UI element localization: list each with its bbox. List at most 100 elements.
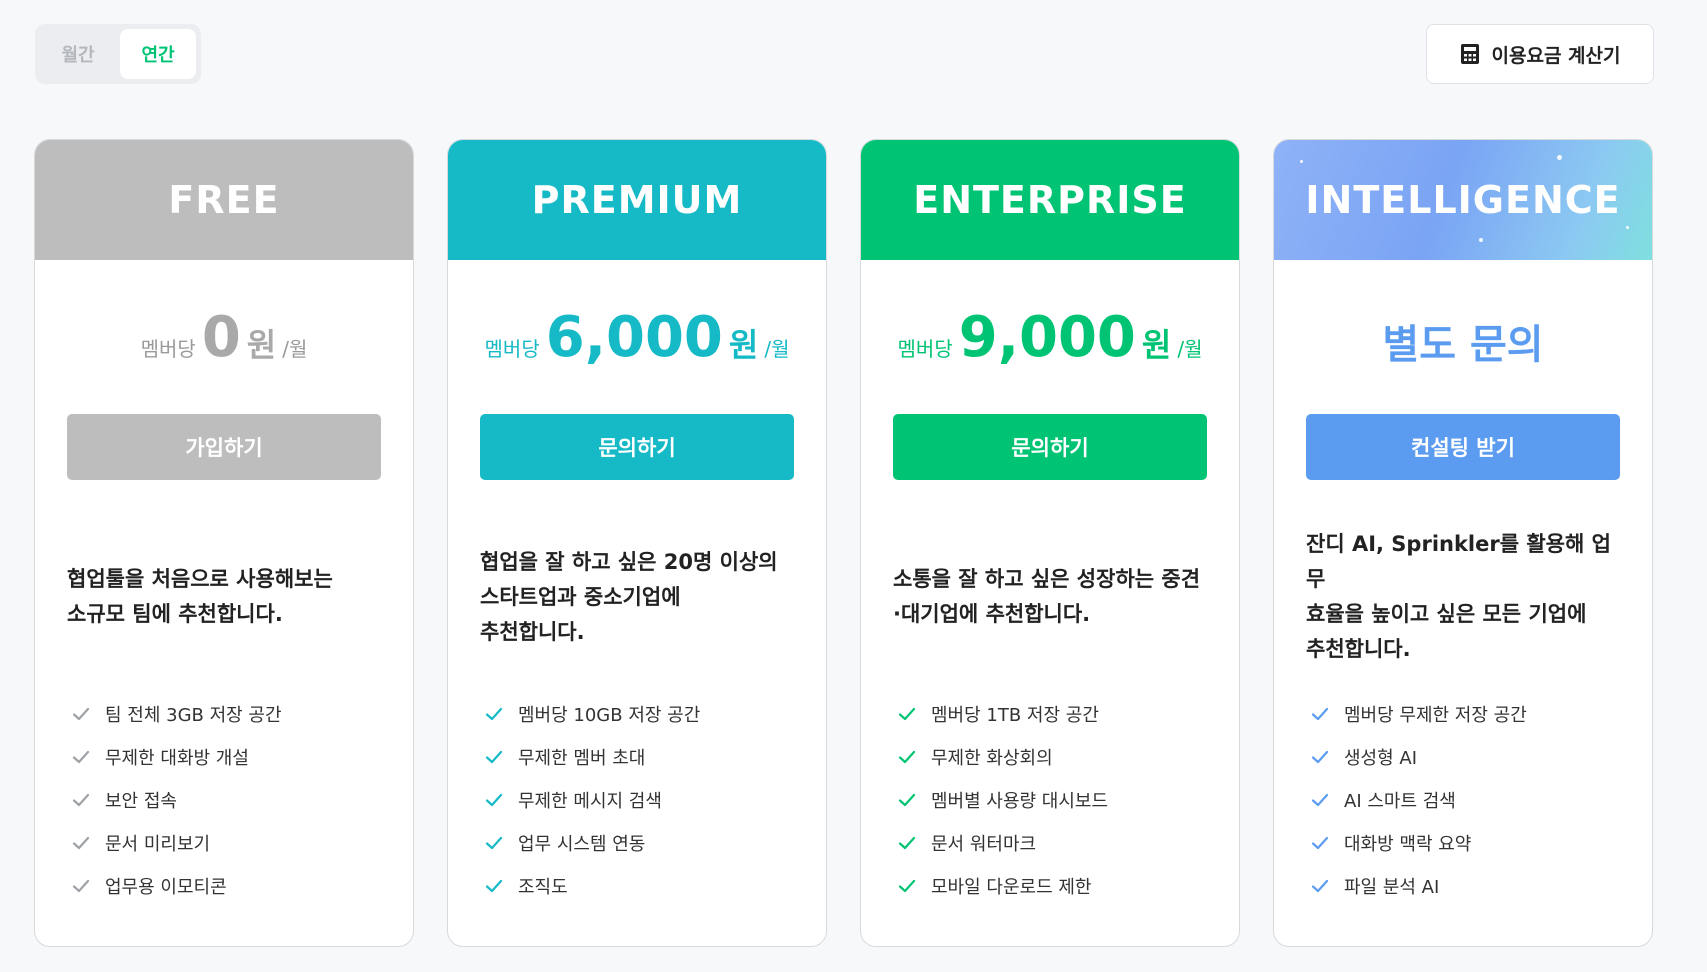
plan-header: FREE xyxy=(35,140,413,260)
feature-item: AI 스마트 검색 xyxy=(1310,778,1632,821)
feature-list: 멤버당 10GB 저장 공간 무제한 멤버 초대 무제한 메시지 검색 업무 시… xyxy=(484,692,806,907)
monthly-option[interactable]: 월간 xyxy=(40,29,116,79)
signup-button[interactable]: 가입하기 xyxy=(67,414,381,480)
feature-item: 문서 미리보기 xyxy=(71,821,393,864)
feature-label: 생성형 AI xyxy=(1344,747,1418,769)
plan-price: 멤버당 0 원 /월 xyxy=(35,310,413,366)
check-icon xyxy=(72,750,90,763)
feature-item: 멤버당 10GB 저장 공간 xyxy=(484,692,806,735)
sparkle-decoration xyxy=(1626,226,1629,229)
price-unit: /월 xyxy=(1177,337,1203,361)
price-currency: 원 xyxy=(246,326,277,364)
sparkle-decoration xyxy=(1300,160,1303,163)
inquiry-button[interactable]: 문의하기 xyxy=(480,414,794,480)
plan-description-wrap: 소통을 잘 하고 싶은 성장하는 중견 ·대기업에 추천합니다. xyxy=(893,532,1211,662)
sparkle-decoration xyxy=(1557,155,1562,160)
check-icon xyxy=(485,879,503,892)
feature-item: 무제한 화상회의 xyxy=(897,735,1219,778)
feature-item: 대화방 맥락 요약 xyxy=(1310,821,1632,864)
check-icon xyxy=(898,707,916,720)
feature-label: 멤버당 1TB 저장 공간 xyxy=(931,704,1099,726)
feature-label: 대화방 맥락 요약 xyxy=(1344,833,1472,855)
feature-item: 업무 시스템 연동 xyxy=(484,821,806,864)
price-amount: 9,000 xyxy=(958,305,1136,370)
plan-card-intelligence: INTELLIGENCE 별도 문의 컨설팅 받기 잔디 AI, Sprinkl… xyxy=(1273,139,1653,947)
feature-list: 멤버당 무제한 저장 공간 생성형 AI AI 스마트 검색 대화방 맥락 요약… xyxy=(1310,692,1632,907)
feature-label: 모바일 다운로드 제한 xyxy=(931,876,1092,898)
price-unit: /월 xyxy=(764,337,790,361)
plan-name: FREE xyxy=(168,178,280,222)
sparkle-decoration xyxy=(1479,238,1483,242)
feature-item: 팀 전체 3GB 저장 공간 xyxy=(71,692,393,735)
feature-label: 조직도 xyxy=(518,876,568,898)
price-calculator-label: 이용요금 계산기 xyxy=(1491,44,1621,67)
plan-header: PREMIUM xyxy=(448,140,826,260)
plan-name: INTELLIGENCE xyxy=(1305,178,1621,222)
plan-card-enterprise: ENTERPRISE 멤버당 9,000 원 /월 문의하기 소통을 잘 하고 … xyxy=(860,139,1240,947)
feature-item: 조직도 xyxy=(484,864,806,907)
price-inquiry-text: 별도 문의 xyxy=(1382,322,1544,368)
plan-description: 협업툴을 처음으로 사용해보는 소규모 팀에 추천합니다. xyxy=(67,567,333,626)
plan-card-premium: PREMIUM 멤버당 6,000 원 /월 문의하기 협업을 잘 하고 싶은 … xyxy=(447,139,827,947)
price-per-label: 멤버당 xyxy=(140,337,196,361)
feature-item: 파일 분석 AI xyxy=(1310,864,1632,907)
check-icon xyxy=(72,836,90,849)
feature-label: 업무 시스템 연동 xyxy=(518,833,646,855)
calculator-icon xyxy=(1460,44,1479,64)
feature-item: 문서 워터마크 xyxy=(897,821,1219,864)
price-currency: 원 xyxy=(728,326,759,364)
check-icon xyxy=(1311,836,1329,849)
check-icon xyxy=(72,879,90,892)
price-calculator-button[interactable]: 이용요금 계산기 xyxy=(1426,24,1654,84)
feature-item: 무제한 대화방 개설 xyxy=(71,735,393,778)
check-icon xyxy=(898,793,916,806)
check-icon xyxy=(485,793,503,806)
plan-description-wrap: 협업을 잘 하고 싶은 20명 이상의 스타트업과 중소기업에 추천합니다. xyxy=(480,532,798,662)
consulting-button[interactable]: 컨설팅 받기 xyxy=(1306,414,1620,480)
plan-card-free: FREE 멤버당 0 원 /월 가입하기 협업툴을 처음으로 사용해보는 소규모… xyxy=(34,139,414,947)
check-icon xyxy=(898,750,916,763)
plan-description-wrap: 협업툴을 처음으로 사용해보는 소규모 팀에 추천합니다. xyxy=(67,532,385,662)
feature-label: 문서 미리보기 xyxy=(105,833,211,855)
check-icon xyxy=(1311,750,1329,763)
feature-item: 멤버당 무제한 저장 공간 xyxy=(1310,692,1632,735)
feature-label: 무제한 화상회의 xyxy=(931,747,1053,769)
check-icon xyxy=(898,836,916,849)
feature-item: 멤버당 1TB 저장 공간 xyxy=(897,692,1219,735)
feature-label: 파일 분석 AI xyxy=(1344,876,1440,898)
plan-description-wrap: 잔디 AI, Sprinkler를 활용해 업무 효율을 높이고 싶은 모든 기… xyxy=(1306,532,1624,662)
plan-description: 잔디 AI, Sprinkler를 활용해 업무 효율을 높이고 싶은 모든 기… xyxy=(1306,532,1611,661)
feature-item: 보안 접속 xyxy=(71,778,393,821)
feature-label: 팀 전체 3GB 저장 공간 xyxy=(105,704,282,726)
price-amount: 0 xyxy=(201,305,241,370)
yearly-option[interactable]: 연간 xyxy=(120,29,196,79)
feature-item: 무제한 메시지 검색 xyxy=(484,778,806,821)
feature-item: 업무용 이모티콘 xyxy=(71,864,393,907)
check-icon xyxy=(72,707,90,720)
check-icon xyxy=(1311,879,1329,892)
plan-description: 소통을 잘 하고 싶은 성장하는 중견 ·대기업에 추천합니다. xyxy=(893,567,1201,626)
plan-price: 멤버당 9,000 원 /월 xyxy=(861,310,1239,366)
check-icon xyxy=(485,750,503,763)
check-icon xyxy=(485,836,503,849)
plan-name: ENTERPRISE xyxy=(913,178,1187,222)
price-per-label: 멤버당 xyxy=(897,337,953,361)
feature-list: 팀 전체 3GB 저장 공간 무제한 대화방 개설 보안 접속 문서 미리보기 … xyxy=(71,692,393,907)
feature-item: 모바일 다운로드 제한 xyxy=(897,864,1219,907)
feature-item: 멤버별 사용량 대시보드 xyxy=(897,778,1219,821)
price-unit: /월 xyxy=(282,337,308,361)
feature-item: 무제한 멤버 초대 xyxy=(484,735,806,778)
feature-label: 무제한 멤버 초대 xyxy=(518,747,646,769)
plan-price: 멤버당 6,000 원 /월 xyxy=(448,310,826,366)
check-icon xyxy=(1311,707,1329,720)
check-icon xyxy=(898,879,916,892)
plan-name: PREMIUM xyxy=(531,178,743,222)
feature-list: 멤버당 1TB 저장 공간 무제한 화상회의 멤버별 사용량 대시보드 문서 워… xyxy=(897,692,1219,907)
check-icon xyxy=(72,793,90,806)
inquiry-button[interactable]: 문의하기 xyxy=(893,414,1207,480)
price-per-label: 멤버당 xyxy=(484,337,540,361)
feature-label: 멤버당 10GB 저장 공간 xyxy=(518,704,701,726)
price-currency: 원 xyxy=(1141,326,1172,364)
billing-toggle: 월간 연간 xyxy=(35,24,201,84)
price-amount: 6,000 xyxy=(545,305,723,370)
